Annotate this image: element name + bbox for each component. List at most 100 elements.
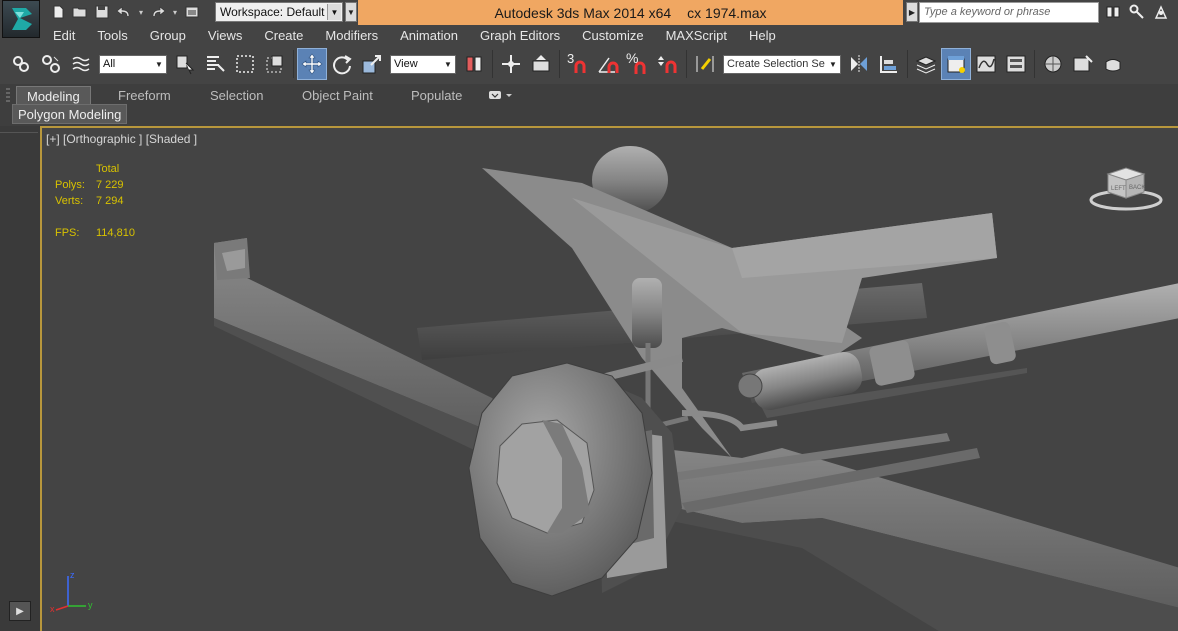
bind-space-warp-icon[interactable] (66, 48, 96, 80)
selection-filter-dropdown[interactable]: All ▼ (99, 54, 167, 74)
menu-help[interactable]: Help (738, 28, 787, 43)
stats-header-row: Total (55, 161, 135, 177)
app-logo-icon[interactable] (2, 0, 40, 38)
cylinder-collar (869, 340, 915, 386)
binoculars-icon[interactable] (1103, 2, 1123, 22)
stats-verts-row: Verts: 7 294 (55, 193, 135, 209)
ribbon-tabs: Modeling Freeform Selection Object Paint… (0, 84, 1178, 106)
verts-label: Verts: (55, 195, 84, 207)
viewcube[interactable]: LEFT BACK (1088, 162, 1164, 212)
snap-label: 3 (567, 51, 575, 66)
redo-icon[interactable] (148, 2, 168, 22)
move-icon[interactable] (297, 48, 327, 80)
menu-animation[interactable]: Animation (389, 28, 469, 43)
pivot-icon[interactable] (459, 48, 489, 80)
menu-bar: Edit Tools Group Views Create Modifiers … (42, 25, 1178, 45)
tab-populate[interactable]: Populate (401, 86, 472, 106)
select-object-icon[interactable] (170, 48, 200, 80)
curve-editor-icon[interactable] (971, 48, 1001, 80)
tab-selection[interactable]: Selection (200, 86, 273, 106)
axis-tripod-icon: z y x (50, 570, 93, 614)
new-file-icon[interactable] (48, 2, 68, 22)
stats-header: Total (96, 163, 120, 175)
rotate-icon[interactable] (327, 48, 357, 80)
menu-maxscript[interactable]: MAXScript (655, 28, 738, 43)
star-icon[interactable] (1151, 2, 1171, 22)
align-icon[interactable] (874, 48, 904, 80)
tab-modeling[interactable]: Modeling (16, 86, 91, 106)
key-icon[interactable] (1127, 2, 1147, 22)
viewport-label[interactable]: [+] [Orthographic ] [Shaded ] (46, 132, 197, 146)
teapot-icon[interactable] (1098, 48, 1128, 80)
project-folder-icon[interactable] (182, 2, 202, 22)
fps-label: FPS: (55, 227, 80, 239)
undo-icon[interactable] (114, 2, 134, 22)
reference-coord-dropdown[interactable]: View ▼ (390, 54, 456, 74)
toolbar-separator (686, 50, 687, 78)
material-editor-icon[interactable] (1038, 48, 1068, 80)
spinner-snap-icon[interactable] (653, 48, 683, 80)
toolbar-separator (907, 50, 908, 78)
percent-snap-icon[interactable]: % (623, 48, 653, 80)
polygon-modeling-panel[interactable]: Polygon Modeling (12, 104, 128, 124)
menu-create[interactable]: Create (253, 28, 314, 43)
toolbar-separator (492, 50, 493, 78)
stats-polys-row: Polys: 7 229 (55, 177, 135, 193)
search-input[interactable]: Type a keyword or phrase (919, 2, 1099, 23)
workspace-dropdown[interactable]: Workspace: Default ▼ (215, 2, 343, 22)
redo-dropdown-icon[interactable]: ▾ (170, 2, 180, 22)
polys-value: 7 229 (96, 179, 124, 191)
named-selection-placeholder: Create Selection Se (727, 57, 825, 70)
menu-tools[interactable]: Tools (86, 28, 138, 43)
infocenter-toggle[interactable]: ▶ (906, 2, 918, 22)
polys-label: Polys: (55, 179, 85, 191)
viewcube-back-label: BACK (1129, 185, 1145, 191)
unlink-icon[interactable] (36, 48, 66, 80)
menu-modifiers[interactable]: Modifiers (314, 28, 389, 43)
file-name: cx 1974.max (687, 4, 767, 21)
reference-coord-value: View (394, 57, 418, 70)
chevron-down-icon: ▼ (829, 59, 837, 69)
upper-plate-top (732, 213, 997, 278)
ribbon-grip[interactable] (6, 88, 10, 104)
expand-panel-icon[interactable]: ▶ (9, 601, 31, 621)
mirror-icon[interactable] (844, 48, 874, 80)
scale-icon[interactable] (357, 48, 387, 80)
viewport-orthographic[interactable]: [+] [Orthographic ] [Shaded ] Total Poly… (40, 126, 1178, 631)
menu-graph-editors[interactable]: Graph Editors (469, 28, 571, 43)
scene-geometry (214, 146, 1178, 631)
tab-object-paint[interactable]: Object Paint (292, 86, 383, 106)
save-icon[interactable] (92, 2, 112, 22)
quick-access-toolbar: ▾ ▾ (48, 2, 202, 22)
manipulate-icon[interactable] (496, 48, 526, 80)
undo-dropdown-icon[interactable]: ▾ (136, 2, 146, 22)
workspace-label: Workspace: Default (220, 5, 325, 19)
ribbon-options-icon[interactable] (488, 89, 514, 101)
fps-value: 114,810 (96, 227, 135, 239)
app-window: ▾ ▾ Workspace: Default ▼ ▼ Autodesk 3ds … (0, 0, 1178, 631)
window-crossing-icon[interactable] (260, 48, 290, 80)
snap-icon[interactable]: 3 (563, 48, 593, 80)
open-file-icon[interactable] (70, 2, 90, 22)
main-toolbar: All ▼ View ▼ 3 % Create Selection Se ▼ (0, 45, 1178, 83)
tab-freeform[interactable]: Freeform (108, 86, 181, 106)
edit-named-selection-icon[interactable] (690, 48, 720, 80)
schematic-view-icon[interactable] (1001, 48, 1031, 80)
menu-customize[interactable]: Customize (571, 28, 654, 43)
graphite-tools-icon[interactable] (941, 48, 971, 80)
shock-absorber (632, 278, 662, 348)
menu-views[interactable]: Views (197, 28, 253, 43)
select-by-name-icon[interactable] (200, 48, 230, 80)
workspace-menu-button[interactable]: ▼ (345, 2, 357, 22)
svg-text:y: y (88, 600, 93, 610)
named-selection-input[interactable]: Create Selection Se ▼ (723, 54, 841, 74)
svg-text:z: z (70, 570, 75, 580)
menu-group[interactable]: Group (139, 28, 197, 43)
rect-region-icon[interactable] (230, 48, 260, 80)
layers-icon[interactable] (911, 48, 941, 80)
link-icon[interactable] (6, 48, 36, 80)
keyboard-shortcut-icon[interactable] (526, 48, 556, 80)
angle-snap-icon[interactable] (593, 48, 623, 80)
render-setup-icon[interactable] (1068, 48, 1098, 80)
menu-edit[interactable]: Edit (42, 28, 86, 43)
